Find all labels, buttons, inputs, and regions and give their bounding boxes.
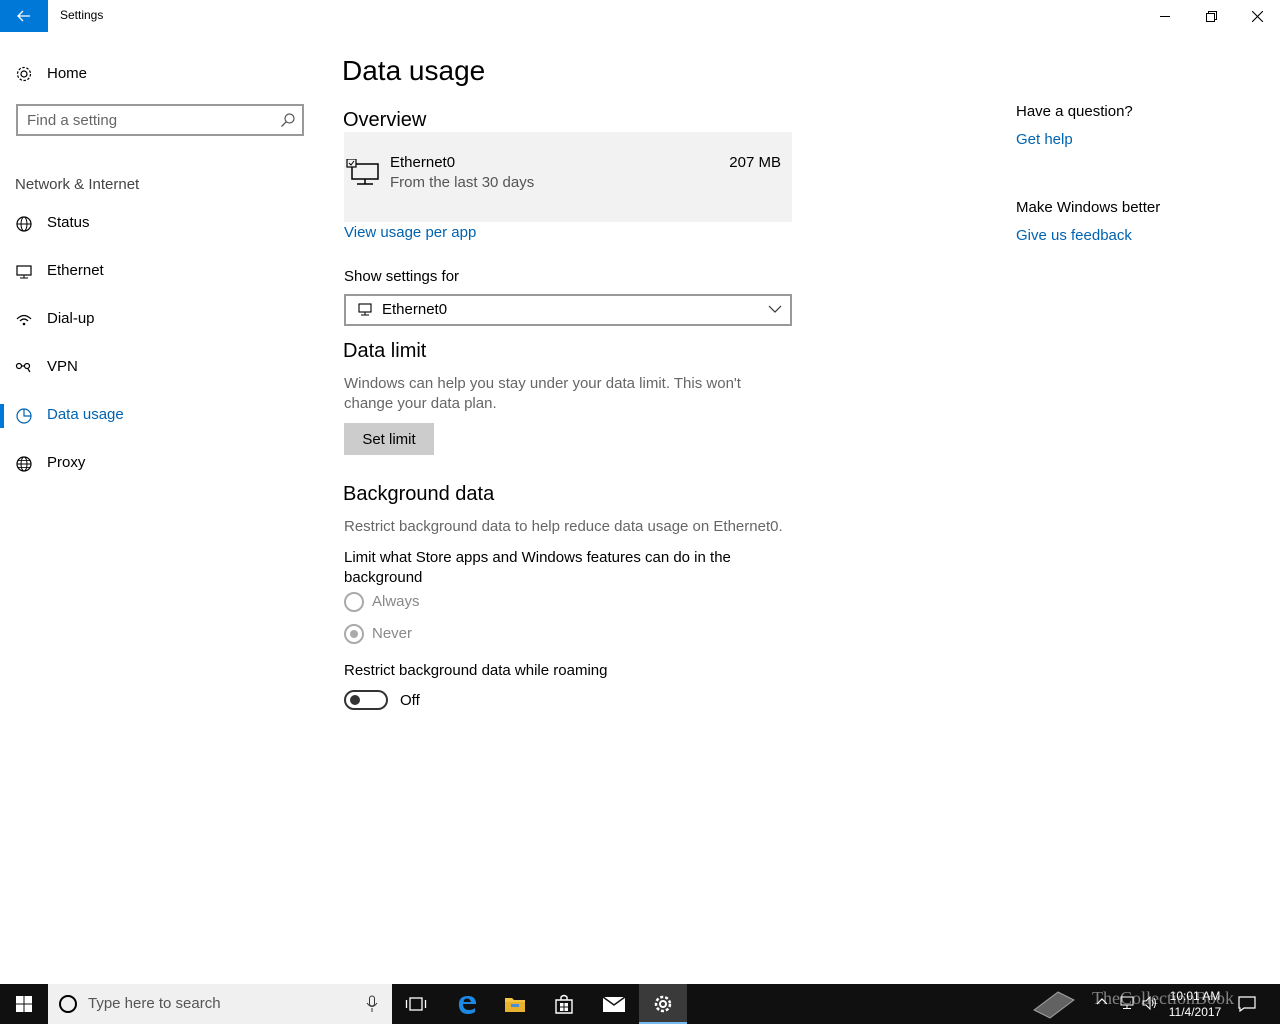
folder-icon [505, 998, 525, 1012]
taskbar-mail[interactable] [590, 984, 638, 1024]
title-bar: Settings [0, 0, 1280, 32]
set-limit-button[interactable]: Set limit [344, 423, 434, 455]
connection-name: Ethernet0 [390, 154, 456, 171]
background-data-description: Restrict background data to help reduce … [344, 518, 783, 535]
make-windows-better-title: Make Windows better [1016, 199, 1161, 216]
taskbar-edge[interactable] [443, 984, 491, 1024]
taskbar-file-explorer[interactable] [491, 984, 539, 1024]
taskbar-clock[interactable]: 10:01 AM 11/4/2017 [1160, 988, 1230, 1020]
radio-never[interactable]: Never [344, 622, 464, 646]
edge-icon [458, 996, 476, 1014]
sidebar-item-label: Proxy [47, 454, 86, 471]
overview-card: Ethernet0 From the last 30 days 207 MB [344, 132, 792, 222]
taskbar: Type here to search TheCollectionBook 10… [0, 984, 1280, 1024]
close-button[interactable] [1234, 0, 1280, 32]
sidebar-item-ethernet[interactable]: Ethernet [0, 252, 320, 292]
clock-date: 11/4/2017 [1168, 1005, 1222, 1019]
vpn-icon [15, 362, 31, 373]
ethernet-icon [16, 265, 32, 279]
sidebar-item-data-usage[interactable]: Data usage [0, 396, 320, 436]
usage-amount: 207 MB [729, 154, 781, 171]
data-limit-description-line2: change your data plan. [344, 395, 497, 412]
sidebar-item-status[interactable]: Status [0, 204, 320, 244]
sidebar-item-dialup[interactable]: Dial-up [0, 300, 320, 340]
taskbar-settings[interactable] [639, 984, 687, 1024]
usage-period: From the last 30 days [390, 174, 535, 191]
show-settings-dropdown[interactable]: Ethernet0 [344, 294, 792, 326]
have-question-title: Have a question? [1016, 103, 1133, 120]
window-title: Settings [60, 8, 104, 22]
toggle-knob [350, 695, 360, 705]
sidebar-item-label: VPN [47, 358, 78, 375]
cortana-icon [59, 995, 77, 1013]
restore-icon [1205, 10, 1217, 22]
task-view-icon [405, 997, 427, 1011]
nav-home-label: Home [47, 65, 88, 82]
radio-circle [344, 624, 364, 644]
chevron-down-icon [768, 305, 782, 313]
radio-always[interactable]: Always [344, 590, 464, 614]
globe-status-icon [16, 216, 32, 232]
radio-label: Always [372, 593, 420, 610]
data-limit-description-line1: Windows can help you stay under your dat… [344, 375, 741, 392]
ethernet-icon [346, 159, 379, 185]
roaming-toggle-state: Off [400, 692, 420, 709]
windows-logo-icon [16, 996, 32, 1012]
back-arrow-icon [17, 10, 30, 22]
sidebar: Home Network & Internet Status Ethernet … [0, 32, 320, 984]
radio-circle [344, 592, 364, 612]
sidebar-item-vpn[interactable]: VPN [0, 348, 320, 388]
dialup-icon [16, 314, 32, 326]
restore-button[interactable] [1188, 0, 1234, 32]
sidebar-item-label: Ethernet [47, 262, 104, 279]
network-tray-icon[interactable] [1118, 996, 1134, 1010]
back-button[interactable] [0, 0, 48, 32]
microphone-icon[interactable] [366, 995, 378, 1013]
gear-icon [654, 995, 672, 1013]
view-usage-per-app-link[interactable]: View usage per app [344, 224, 476, 241]
limit-store-apps-label-line1: Limit what Store apps and Windows featur… [344, 549, 731, 566]
taskbar-store[interactable] [540, 984, 588, 1024]
start-button[interactable] [0, 984, 48, 1024]
page-title: Data usage [342, 55, 486, 86]
search-icon[interactable] [280, 112, 296, 128]
action-center-icon[interactable] [1238, 996, 1256, 1012]
close-icon [1251, 10, 1263, 22]
get-help-link[interactable]: Get help [1016, 131, 1073, 148]
find-setting-input[interactable] [27, 111, 267, 129]
ethernet-icon [358, 303, 372, 316]
volume-icon[interactable] [1142, 996, 1158, 1010]
clock-time: 10:01 AM [1169, 989, 1221, 1003]
book-watermark-icon [1033, 991, 1075, 1019]
radio-selected-dot [350, 630, 358, 638]
limit-store-apps-label-line2: background [344, 569, 423, 586]
gear-icon [16, 66, 32, 82]
sidebar-item-label: Status [47, 214, 90, 231]
globe-icon [16, 456, 32, 472]
task-view-button[interactable] [392, 984, 440, 1024]
roaming-toggle[interactable] [344, 690, 388, 710]
chevron-up-icon[interactable] [1096, 996, 1108, 1008]
sidebar-item-label: Data usage [47, 406, 124, 423]
roaming-label: Restrict background data while roaming [344, 662, 608, 679]
store-bag-icon [555, 994, 573, 1014]
sidebar-item-proxy[interactable]: Proxy [0, 444, 320, 484]
nav-group-title: Network & Internet [15, 176, 140, 193]
dropdown-selected-value: Ethernet0 [382, 301, 448, 318]
find-setting-search [16, 104, 304, 136]
overview-heading: Overview [343, 109, 427, 131]
nav-home[interactable]: Home [0, 60, 320, 88]
taskbar-search-box[interactable]: Type here to search [48, 984, 392, 1024]
sidebar-item-label: Dial-up [47, 310, 95, 327]
data-usage-icon [16, 408, 32, 424]
show-settings-label: Show settings for [344, 268, 460, 285]
radio-label: Never [372, 625, 413, 642]
taskbar-search-placeholder: Type here to search [88, 995, 221, 1012]
minimize-button[interactable] [1142, 0, 1188, 32]
background-data-heading: Background data [343, 483, 495, 505]
data-limit-heading: Data limit [343, 340, 427, 362]
give-feedback-link[interactable]: Give us feedback [1016, 227, 1132, 244]
mail-icon [602, 996, 626, 1012]
minimize-icon [1160, 16, 1170, 17]
